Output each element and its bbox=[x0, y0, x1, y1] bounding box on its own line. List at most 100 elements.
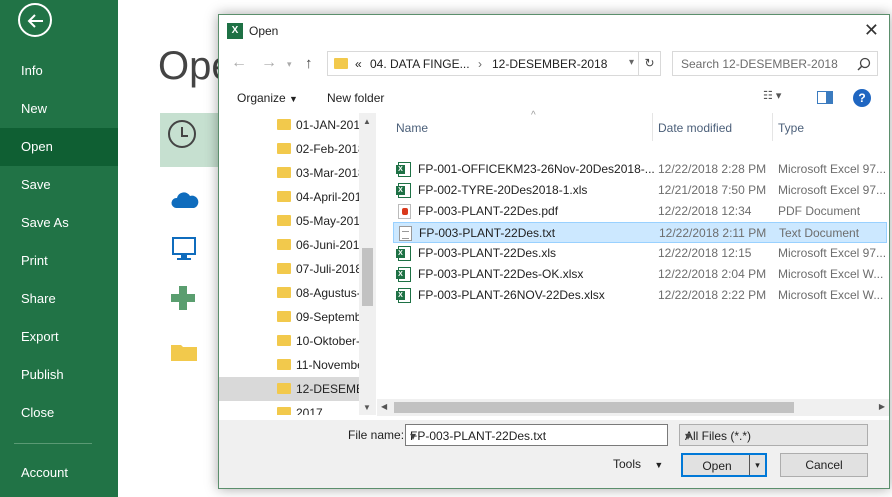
folder-icon bbox=[277, 383, 291, 394]
nav-folder-selected[interactable]: 12-DESEMBER-2018 bbox=[219, 377, 375, 401]
file-name: FP-003-PLANT-26NOV-22Des.xlsx bbox=[418, 288, 605, 302]
scroll-thumb[interactable] bbox=[394, 402, 794, 413]
breadcrumb-segment[interactable]: 12-DESEMBER-2018 bbox=[492, 57, 607, 71]
file-type: Text Document bbox=[779, 226, 860, 240]
scroll-up-icon[interactable]: ▲ bbox=[363, 117, 371, 126]
file-row[interactable]: FP-001-OFFICEKM23-26Nov-20Des2018-... 12… bbox=[393, 159, 887, 180]
nav-folder[interactable]: 05-May-2018 bbox=[219, 209, 367, 233]
file-name-input[interactable]: FP-003-PLANT-22Des.txt ▾ bbox=[405, 424, 668, 446]
chevron-down-icon[interactable]: ▾ bbox=[629, 57, 634, 68]
backstage-open[interactable]: Open bbox=[0, 128, 118, 166]
backstage-publish[interactable]: Publish bbox=[0, 356, 118, 394]
breadcrumb-segment[interactable]: 04. DATA FINGE... bbox=[370, 57, 470, 71]
column-header-type[interactable]: Type bbox=[773, 113, 889, 141]
command-bar: Organize ▼ New folder ☷ ▾ ? bbox=[219, 85, 889, 111]
new-folder-button[interactable]: New folder bbox=[327, 91, 384, 105]
file-date: 12/21/2018 7:50 PM bbox=[658, 183, 767, 197]
nav-folder[interactable]: 06-Juni-2018 bbox=[219, 233, 366, 257]
pdf-file-icon bbox=[398, 204, 411, 219]
backstage-info[interactable]: Info bbox=[0, 52, 118, 90]
file-row[interactable]: FP-003-PLANT-22Des.pdf 12/22/2018 12:34 … bbox=[393, 201, 887, 222]
address-row: ← → ▾ ↑ « 04. DATA FINGE... › 12-DESEMBE… bbox=[219, 51, 889, 77]
nav-folder[interactable]: 04-April-2018 bbox=[219, 185, 368, 209]
dialog-title: Open bbox=[249, 24, 279, 38]
scroll-left-icon[interactable]: ◀ bbox=[381, 402, 387, 411]
close-icon[interactable]: ✕ bbox=[864, 20, 879, 41]
file-type: PDF Document bbox=[778, 204, 861, 218]
chevron-right-icon[interactable]: › bbox=[478, 57, 482, 71]
file-row[interactable]: FP-003-PLANT-22Des.xls 12/22/2018 12:15 … bbox=[393, 243, 887, 264]
file-row[interactable]: FP-002-TYRE-20Des2018-1.xls 12/21/2018 7… bbox=[393, 180, 887, 201]
nav-folder-label: 2017 bbox=[296, 406, 323, 415]
backstage-account[interactable]: Account bbox=[0, 454, 118, 492]
horizontal-scrollbar[interactable]: ◀ ▶ bbox=[377, 399, 889, 416]
backstage-close[interactable]: Close bbox=[0, 394, 118, 432]
nav-folder[interactable]: 03-Mar-2018 bbox=[219, 161, 365, 185]
scroll-right-icon[interactable]: ▶ bbox=[879, 402, 885, 411]
nav-folder[interactable]: 02-Feb-2018 bbox=[219, 137, 365, 161]
help-icon[interactable]: ? bbox=[853, 89, 871, 107]
nav-folder[interactable]: 07-Juli-2018 bbox=[219, 257, 362, 281]
column-header-name[interactable]: ^ Name bbox=[391, 110, 653, 141]
file-date: 12/22/2018 2:28 PM bbox=[658, 162, 767, 176]
folder-icon bbox=[277, 167, 291, 178]
backstage-export[interactable]: Export bbox=[0, 318, 118, 356]
browse-folder-icon bbox=[171, 345, 197, 361]
nav-folder[interactable]: 10-Oktober-2018 bbox=[219, 329, 375, 353]
excel-file-icon bbox=[396, 162, 411, 177]
up-arrow-icon[interactable]: ↑ bbox=[305, 55, 313, 72]
scroll-down-icon[interactable]: ▼ bbox=[363, 403, 371, 412]
forward-arrow-icon[interactable]: → bbox=[261, 54, 277, 72]
backstage-save-as[interactable]: Save As bbox=[0, 204, 118, 242]
backstage-share[interactable]: Share bbox=[0, 280, 118, 318]
folder-icon bbox=[277, 119, 291, 130]
dialog-footer: File name: FP-003-PLANT-22Des.txt ▾ All … bbox=[219, 420, 889, 488]
open-button[interactable]: Open ▾ bbox=[681, 453, 767, 477]
nav-folder[interactable]: 01-JAN-2018 bbox=[219, 113, 367, 137]
nav-folder[interactable]: 09-September-2018 bbox=[219, 305, 375, 329]
nav-folder[interactable]: 2017 bbox=[219, 401, 359, 415]
nav-folder[interactable]: 08-Agustus-2018 bbox=[219, 281, 375, 305]
chevron-down-icon[interactable]: ▾ bbox=[410, 429, 663, 443]
back-button[interactable] bbox=[18, 3, 52, 37]
dialog-titlebar: X Open ✕ bbox=[219, 15, 889, 47]
file-date: 12/22/2018 2:04 PM bbox=[658, 267, 767, 281]
file-row-selected[interactable]: FP-003-PLANT-22Des.txt 12/22/2018 2:11 P… bbox=[393, 222, 887, 243]
refresh-icon[interactable]: ↻ bbox=[638, 52, 660, 75]
nav-folder-label: 01-JAN-2018 bbox=[296, 118, 367, 132]
file-date: 12/22/2018 2:11 PM bbox=[659, 226, 767, 240]
chevron-down-icon[interactable]: ▾ bbox=[685, 429, 863, 443]
nav-folder-label: 03-Mar-2018 bbox=[296, 166, 365, 180]
organize-button[interactable]: Organize ▼ bbox=[237, 91, 298, 105]
open-dropdown-icon[interactable]: ▾ bbox=[749, 455, 765, 475]
file-row[interactable]: FP-003-PLANT-22Des-OK.xlsx 12/22/2018 2:… bbox=[393, 264, 887, 285]
folder-icon bbox=[277, 143, 291, 154]
back-arrow-icon[interactable]: ← bbox=[231, 54, 247, 72]
scroll-thumb[interactable] bbox=[362, 248, 373, 306]
add-place-icon bbox=[171, 286, 195, 310]
search-input[interactable]: Search 12-DESEMBER-2018 bbox=[672, 51, 878, 76]
address-bar[interactable]: « 04. DATA FINGE... › 12-DESEMBER-2018 ▾… bbox=[327, 51, 661, 76]
file-type-filter[interactable]: All Files (*.*) ▾ bbox=[679, 424, 868, 446]
backstage-print[interactable]: Print bbox=[0, 242, 118, 280]
file-row[interactable]: FP-003-PLANT-26NOV-22Des.xlsx 12/22/2018… bbox=[393, 285, 887, 306]
open-dialog: X Open ✕ ← → ▾ ↑ « 04. DATA FINGE... › 1… bbox=[218, 14, 890, 489]
text-file-icon bbox=[399, 226, 412, 241]
file-name: FP-003-PLANT-22Des.txt bbox=[419, 226, 556, 240]
view-options-icon[interactable]: ☷ ▾ bbox=[763, 89, 781, 102]
tools-button[interactable]: Tools ▼ bbox=[613, 457, 663, 471]
search-placeholder: Search 12-DESEMBER-2018 bbox=[681, 57, 838, 71]
backstage-save[interactable]: Save bbox=[0, 166, 118, 204]
nav-folder[interactable]: 11-November-2018 bbox=[219, 353, 375, 377]
cancel-button[interactable]: Cancel bbox=[780, 453, 868, 477]
recent-dropdown-icon[interactable]: ▾ bbox=[287, 59, 292, 70]
file-type: Microsoft Excel W... bbox=[778, 267, 884, 281]
nav-scrollbar[interactable]: ▲ ▼ bbox=[359, 113, 376, 415]
folder-icon bbox=[277, 359, 291, 370]
address-prefix[interactable]: « bbox=[355, 57, 362, 71]
column-header-date[interactable]: Date modified bbox=[653, 113, 773, 141]
preview-pane-icon[interactable] bbox=[817, 91, 833, 104]
file-name: FP-003-PLANT-22Des-OK.xlsx bbox=[418, 267, 584, 281]
backstage-new[interactable]: New bbox=[0, 90, 118, 128]
excel-file-icon bbox=[396, 183, 411, 198]
